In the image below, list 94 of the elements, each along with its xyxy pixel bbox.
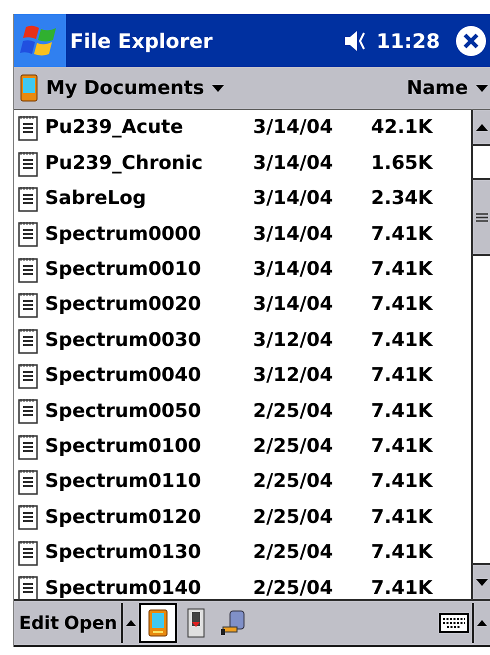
handheld-icon [148,609,168,637]
file-row[interactable]: Spectrum0050 2/25/04 7.41K [14,393,471,429]
file-row[interactable]: Spectrum0110 2/25/04 7.41K [14,464,471,500]
storage-card-icon [186,608,206,638]
file-size: 2.34K [371,186,433,212]
file-name: Pu239_Acute [45,115,184,140]
menu-item[interactable]: Open [64,610,118,636]
file-date: 2/25/04 [253,576,334,599]
clock[interactable]: 11:28 [376,26,440,56]
file-name: Spectrum0040 [45,363,202,388]
document-icon [18,468,38,496]
scrollbar[interactable] [471,110,490,599]
file-row[interactable]: Spectrum0100 2/25/04 7.41K [14,428,471,464]
up-arrow-icon [126,620,136,626]
file-name: Spectrum0130 [45,540,202,566]
file-row[interactable]: Spectrum0120 2/25/04 7.41K [14,499,471,535]
file-name: Spectrum0020 [45,292,202,318]
close-icon [463,32,479,48]
file-date: 2/25/04 [253,504,334,530]
toolbar-button[interactable] [139,603,178,643]
keyboard-icon [439,613,469,633]
file-row[interactable]: Pu239_Acute 3/14/04 42.1K [14,110,471,146]
scroll-up-button[interactable] [473,110,490,146]
file-row[interactable]: Spectrum0140 2/25/04 7.41K [14,570,471,599]
caret-icon [212,84,224,92]
file-date: 3/14/04 [253,292,334,318]
up-arrow-icon [477,620,487,626]
scroll-down-button[interactable] [473,563,490,599]
file-row[interactable]: Spectrum0020 3/14/04 7.41K [14,286,471,322]
sort-dropdown[interactable]: Name [406,74,488,102]
file-row[interactable]: Spectrum0040 3/12/04 7.41K [14,358,471,394]
file-date: 2/25/04 [253,469,334,494]
file-row[interactable]: SabreLog 3/14/04 2.34K [14,180,471,216]
document-icon [18,150,38,177]
file-date: 2/25/04 [253,540,334,566]
file-date: 2/25/04 [253,434,334,459]
file-date: 3/14/04 [253,150,334,176]
file-size: 7.41K [371,292,433,318]
file-size: 7.41K [371,257,433,282]
file-size: 7.41K [371,540,433,566]
document-icon [18,326,38,354]
folder-dropdown[interactable]: My Documents [20,74,224,102]
file-row[interactable]: Spectrum0010 3/14/04 7.41K [14,252,471,287]
document-icon [18,538,38,566]
file-name: Spectrum0110 [45,469,202,494]
file-size: 7.41K [371,469,433,494]
document-icon [18,256,38,283]
file-name: Spectrum0050 [45,398,202,424]
file-date: 3/12/04 [253,363,334,388]
document-icon [18,114,38,142]
file-row[interactable]: Spectrum0130 2/25/04 7.41K [14,534,471,570]
file-size: 7.41K [371,363,433,388]
file-date: 3/14/04 [253,257,334,282]
file-row[interactable]: Spectrum0000 3/14/04 7.41K [14,216,471,252]
file-size: 7.41K [371,222,433,247]
file-date: 3/14/04 [253,115,334,140]
document-icon [18,362,38,389]
file-size: 7.41K [371,398,433,424]
file-name: Spectrum0140 [45,576,202,599]
close-button[interactable] [456,26,486,56]
file-size: 7.41K [371,434,433,459]
file-size: 1.65K [371,150,433,176]
document-icon [18,220,38,248]
document-icon [18,184,38,212]
window-title: File Explorer [70,28,214,54]
file-size: 7.41K [371,504,433,530]
file-size: 7.41K [371,576,433,599]
file-date: 3/14/04 [253,186,334,212]
file-name: Pu239_Chronic [45,150,204,176]
document-icon [18,432,38,460]
down-arrow-icon [476,578,488,586]
grip-icon [476,212,488,222]
document-icon [18,397,38,424]
file-name: Spectrum0120 [45,504,202,530]
up-arrow-icon [476,124,488,130]
menu-item[interactable]: Edit [19,610,59,636]
file-date: 2/25/04 [253,398,334,424]
document-icon [18,291,38,318]
caret-icon [476,84,488,92]
file-date: 3/14/04 [253,222,334,247]
file-row[interactable]: Pu239_Chronic 3/14/04 1.65K [14,145,471,181]
file-row[interactable]: Spectrum0030 3/12/04 7.41K [14,322,471,358]
handheld-icon [20,74,38,102]
file-name: SabreLog [45,186,148,212]
file-size: 42.1K [371,115,433,140]
file-size: 7.41K [371,328,433,353]
file-name: Spectrum0000 [45,222,202,247]
file-name: Spectrum0100 [45,434,202,459]
document-icon [18,503,38,530]
start-button[interactable] [14,14,66,67]
scroll-thumb[interactable] [473,178,490,256]
file-date: 3/12/04 [253,328,334,353]
file-name: Spectrum0010 [45,257,202,282]
file-name: Spectrum0030 [45,328,202,353]
